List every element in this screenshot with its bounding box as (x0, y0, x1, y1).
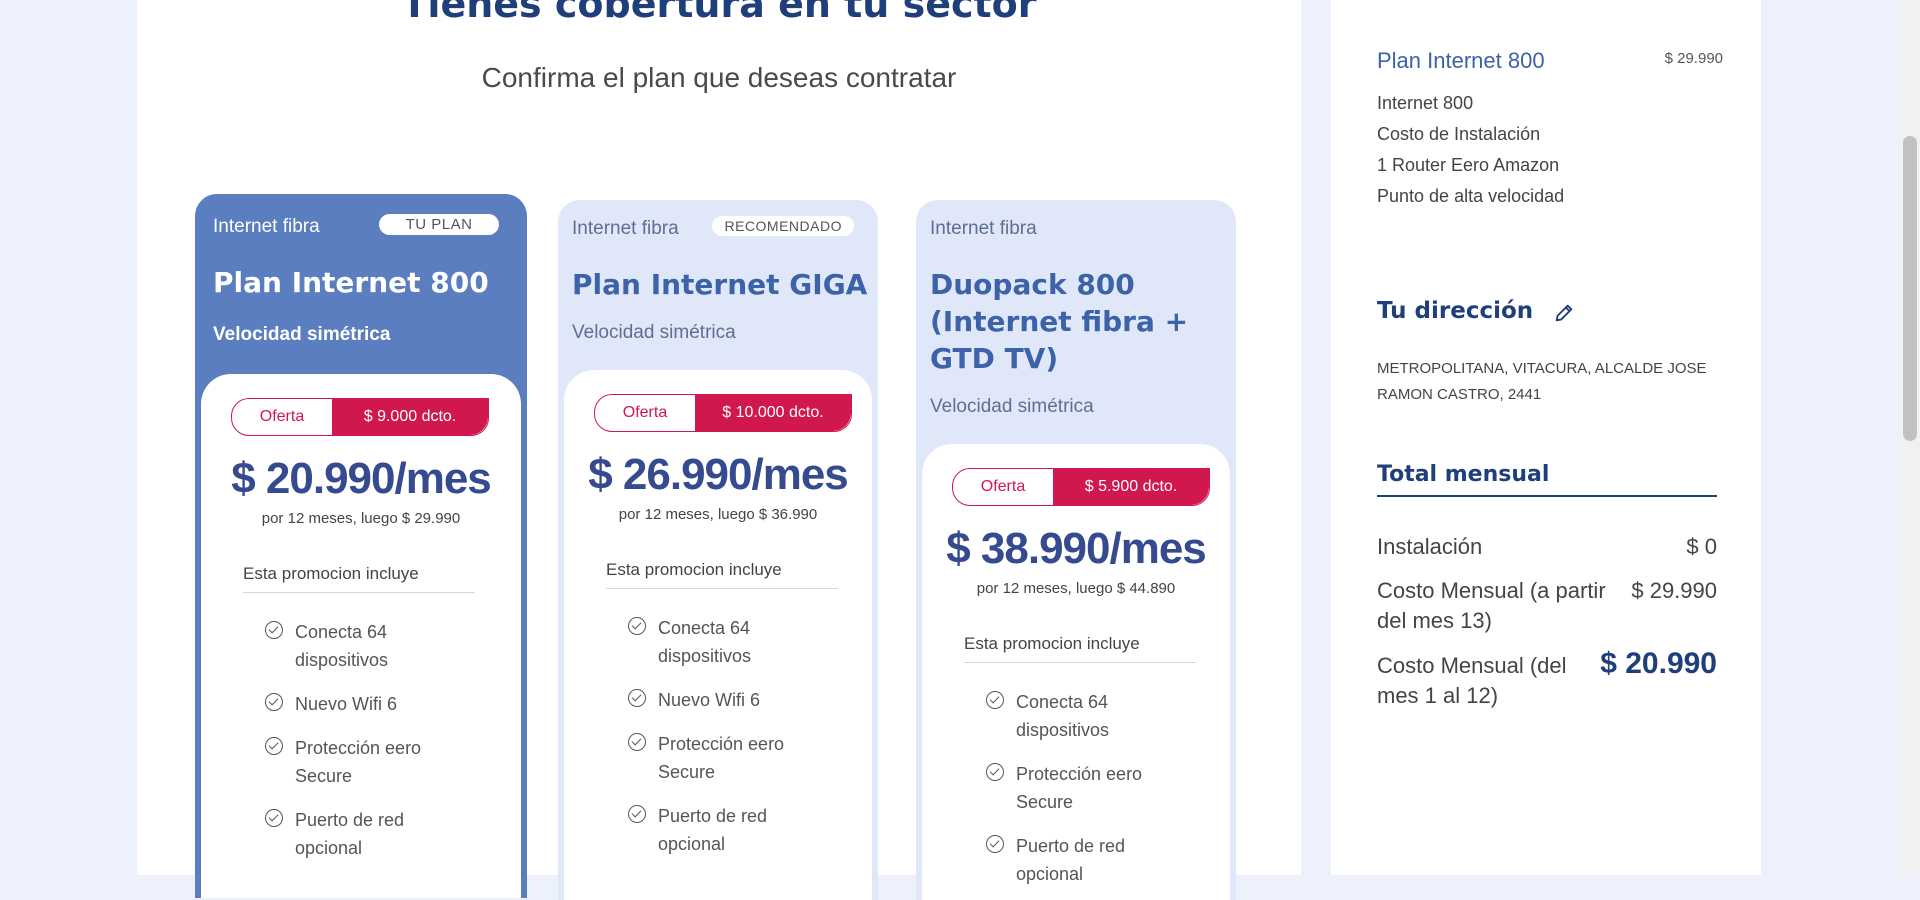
list-item: Conecta 64 dispositivos (265, 618, 465, 674)
summary-items: Internet 800 Costo de Instalación 1 Rout… (1377, 88, 1564, 212)
offer-label: Oferta (980, 478, 1026, 495)
price-note: por 12 meses, luego $ 36.990 (618, 506, 818, 523)
plan-price: $ 26.990/mes (588, 450, 849, 499)
monthly-promo-value: $ 20.990 (1600, 647, 1717, 680)
list-item: Protección eero Secure (628, 730, 828, 786)
check-circle-icon (628, 617, 646, 635)
list-item: Conecta 64 dispositivos (986, 688, 1186, 744)
check-circle-icon (628, 689, 646, 707)
monthly-after-value: $ 29.990 (1631, 578, 1717, 603)
plan-name: Plan Internet 800 (213, 266, 489, 299)
plans-panel: Tienes cobertura en tu sector Confirma e… (137, 0, 1301, 900)
list-item: Protección eero Secure (986, 760, 1186, 816)
check-circle-icon (265, 693, 283, 711)
plan-speed: Velocidad simétrica (930, 396, 1094, 417)
list-item: Costo de Instalación (1377, 124, 1541, 144)
plan-name: Plan Internet GIGA (572, 268, 868, 301)
plan-speed: Velocidad simétrica (572, 322, 736, 343)
plan-price: $ 38.990/mes (946, 524, 1207, 573)
check-circle-icon (986, 835, 1004, 853)
address-title: Tu dirección (1377, 298, 1534, 324)
recommended-badge: RECOMENDADO (712, 216, 854, 236)
list-item: Protección eero Secure (265, 734, 465, 790)
offer-tag: Oferta $ 5.900 dcto. (952, 468, 1210, 506)
plan-card-duopack-800[interactable]: Internet fibra Duopack 800 (Internet fib… (916, 200, 1236, 900)
address-text: METROPOLITANA, VITACURA, ALCALDE JOSE RA… (1377, 360, 1707, 403)
plan-details: Oferta $ 5.900 dcto. $ 38.990/mes por 12… (922, 444, 1230, 900)
discount-label: $ 10.000 dcto. (695, 395, 851, 431)
your-plan-badge: TU PLAN (379, 214, 499, 235)
total-title: Total mensual (1377, 462, 1717, 497)
list-item: 1 Router Eero Amazon (1377, 155, 1560, 175)
list-item: Internet 800 (1377, 93, 1474, 113)
list-item: Nuevo Wifi 6 (628, 686, 828, 714)
list-item: Puerto de red opcional (265, 806, 465, 862)
summary-plan-price: $ 29.990 (1664, 50, 1723, 67)
feature-list: Conecta 64 dispositivos Protección eero … (986, 688, 1186, 900)
monthly-promo-label: Costo Mensual (del mes 1 al 12) (1377, 653, 1567, 708)
feature-list: Conecta 64 dispositivos Nuevo Wifi 6 Pro… (628, 614, 828, 874)
list-item: Puerto de red opcional (986, 832, 1186, 888)
plan-details: Oferta $ 10.000 dcto. $ 26.990/mes por 1… (564, 370, 872, 900)
list-item: Puerto de red opcional (628, 802, 828, 858)
plan-type: Internet fibra (572, 218, 679, 239)
list-item: Punto de alta velocidad (1377, 186, 1565, 206)
check-circle-icon (265, 737, 283, 755)
price-note: por 12 meses, luego $ 29.990 (261, 510, 461, 527)
feature-list: Conecta 64 dispositivos Nuevo Wifi 6 Pro… (265, 618, 465, 878)
scrollbar[interactable] (1900, 0, 1920, 875)
plan-type: Internet fibra (930, 218, 1037, 239)
discount-label: $ 9.000 dcto. (332, 399, 488, 435)
order-summary: Plan Internet 800 $ 29.990 Internet 800 … (1331, 0, 1761, 875)
scrollbar-thumb[interactable] (1903, 136, 1917, 441)
includes-title: Esta promocion incluye (606, 560, 838, 589)
price-note: por 12 meses, luego $ 44.890 (976, 580, 1176, 597)
check-circle-icon (265, 621, 283, 639)
plan-price: $ 20.990/mes (231, 454, 492, 503)
check-circle-icon (986, 763, 1004, 781)
check-circle-icon (986, 691, 1004, 709)
page-title: Tienes cobertura en tu sector (401, 0, 1037, 26)
check-circle-icon (265, 809, 283, 827)
install-value: $ 0 (1686, 534, 1717, 559)
plan-details: Oferta $ 9.000 dcto. $ 20.990/mes por 12… (201, 374, 521, 898)
plan-card-internet-giga[interactable]: Internet fibra RECOMENDADO Plan Internet… (558, 200, 878, 900)
monthly-after-label: Costo Mensual (a partir del mes 13) (1377, 578, 1606, 633)
plan-name: Duopack 800 (Internet fibra + GTD TV) (930, 268, 1189, 375)
page-subtitle: Confirma el plan que deseas contratar (481, 62, 957, 93)
offer-tag: Oferta $ 10.000 dcto. (594, 394, 852, 432)
plan-card-internet-800[interactable]: Internet fibra TU PLAN Plan Internet 800… (195, 194, 527, 898)
list-item: Nuevo Wifi 6 (265, 690, 465, 718)
discount-label: $ 5.900 dcto. (1053, 469, 1209, 505)
check-circle-icon (628, 733, 646, 751)
offer-label: Oferta (622, 404, 668, 421)
includes-title: Esta promocion incluye (964, 634, 1196, 663)
list-item: Conecta 64 dispositivos (628, 614, 828, 670)
plan-type: Internet fibra (213, 216, 320, 237)
summary-plan-name: Plan Internet 800 (1377, 48, 1545, 73)
offer-label: Oferta (259, 408, 305, 425)
check-circle-icon (628, 805, 646, 823)
plan-speed: Velocidad simétrica (213, 324, 391, 345)
includes-title: Esta promocion incluye (243, 564, 475, 593)
install-label: Instalación (1377, 534, 1483, 559)
pencil-icon[interactable] (1553, 302, 1575, 324)
offer-tag: Oferta $ 9.000 dcto. (231, 398, 489, 436)
